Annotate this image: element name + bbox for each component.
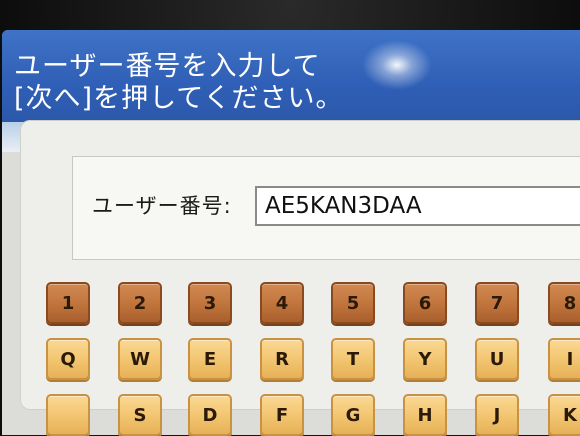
- key-j[interactable]: J: [475, 394, 519, 436]
- key-2[interactable]: 2: [118, 282, 162, 324]
- key-i[interactable]: I: [548, 338, 580, 380]
- key-s[interactable]: S: [118, 394, 162, 436]
- key-w[interactable]: W: [118, 338, 162, 380]
- key-h[interactable]: H: [403, 394, 447, 436]
- key-r[interactable]: R: [260, 338, 304, 380]
- key-t[interactable]: T: [331, 338, 375, 380]
- user-number-input[interactable]: [255, 186, 580, 226]
- key-3[interactable]: 3: [188, 282, 232, 324]
- key-d[interactable]: D: [188, 394, 232, 436]
- instruction-header: ユーザー番号を入力して [次へ]を押してください。: [2, 30, 580, 122]
- key-8[interactable]: 8: [548, 282, 580, 324]
- user-number-label: ユーザー番号:: [92, 194, 232, 218]
- key-f[interactable]: F: [260, 394, 304, 436]
- key-q[interactable]: Q: [46, 338, 90, 380]
- screen-glare: [362, 40, 432, 90]
- key-u[interactable]: U: [475, 338, 519, 380]
- key-k[interactable]: K: [548, 394, 580, 436]
- key-5[interactable]: 5: [331, 282, 375, 324]
- key-7[interactable]: 7: [475, 282, 519, 324]
- instruction-line-1: ユーザー番号を入力して: [14, 51, 321, 82]
- key-6[interactable]: 6: [403, 282, 447, 324]
- key-1[interactable]: 1: [46, 282, 90, 324]
- key-e[interactable]: E: [188, 338, 232, 380]
- key-y[interactable]: Y: [403, 338, 447, 380]
- key-a[interactable]: [46, 394, 90, 436]
- key-g[interactable]: G: [331, 394, 375, 436]
- instruction-line-2: [次へ]を押してください。: [14, 83, 344, 114]
- key-4[interactable]: 4: [260, 282, 304, 324]
